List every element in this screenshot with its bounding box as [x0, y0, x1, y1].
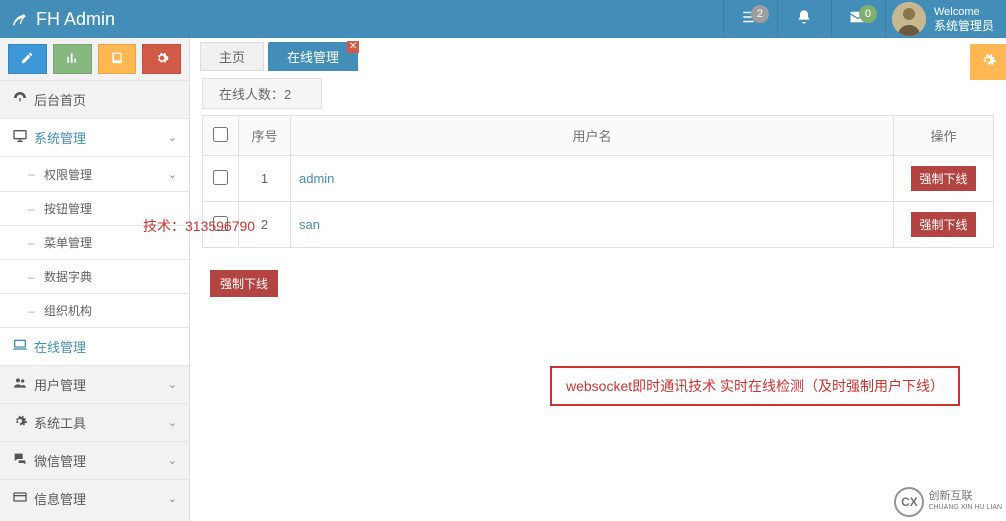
- brand[interactable]: FH Admin: [0, 9, 260, 30]
- header-action: 操作: [894, 116, 994, 156]
- sub-label: 数据字典: [44, 268, 92, 285]
- sidebar-sub-dict[interactable]: –数据字典: [0, 259, 189, 293]
- chevron-down-icon: ⌄: [168, 131, 177, 144]
- sidebar-item-wechat[interactable]: 微信管理 ⌄: [0, 441, 189, 479]
- force-offline-button[interactable]: 强制下线: [911, 166, 975, 191]
- sidebar-sub-perm[interactable]: –权限管理⌄: [0, 157, 189, 191]
- pencil-icon: [20, 51, 34, 68]
- chevron-down-icon: ⌄: [168, 416, 177, 429]
- sidebar-label: 微信管理: [34, 451, 86, 470]
- header-seq: 序号: [239, 116, 291, 156]
- table-row: 1 admin 强制下线: [203, 156, 994, 202]
- table-row: 2 san 强制下线: [203, 202, 994, 248]
- table-header-row: 序号 用户名 操作: [203, 116, 994, 156]
- username-link[interactable]: san: [299, 217, 320, 232]
- tab-online[interactable]: 在线管理 ✕: [268, 42, 358, 71]
- credit-card-icon: [12, 489, 34, 508]
- watermark-circle: CX: [894, 487, 924, 517]
- user-text: Welcome 系统管理员: [934, 5, 994, 33]
- sidebar-label: 系统管理: [34, 128, 86, 147]
- notifications-button[interactable]: [777, 0, 831, 38]
- tasks-badge: 2: [751, 5, 769, 23]
- mail-button[interactable]: 0: [831, 0, 885, 38]
- settings-gear-tab[interactable]: [970, 44, 1006, 80]
- chevron-down-icon: ⌄: [168, 454, 177, 467]
- sidebar-item-user[interactable]: 用户管理 ⌄: [0, 365, 189, 403]
- online-count-box: 在线人数：2: [202, 78, 322, 109]
- callout-box: websocket即时通讯技术 实时在线检测（及时强制用户下线）: [550, 366, 960, 406]
- sidebar-item-system[interactable]: 系统管理 ⌄: [0, 118, 189, 156]
- sidebar-item-info[interactable]: 信息管理 ⌄: [0, 479, 189, 517]
- sidebar-label: 在线管理: [34, 337, 86, 356]
- tabs-row: 主页 在线管理 ✕: [190, 38, 1006, 70]
- header-username: 用户名: [291, 116, 894, 156]
- shortcut-settings[interactable]: [142, 44, 181, 74]
- role-label: 系统管理员: [934, 19, 994, 33]
- watermark: CX 创新互联 CHUANG XIN HU LIAN: [894, 487, 1002, 517]
- force-offline-button[interactable]: 强制下线: [911, 212, 975, 237]
- welcome-label: Welcome: [934, 5, 994, 19]
- sidebar-label: 用户管理: [34, 375, 86, 394]
- book-icon: [110, 51, 124, 68]
- cog-icon: [155, 51, 169, 68]
- tech-overlay-text: 技术：313596790: [143, 216, 255, 236]
- watermark-text: 创新互联 CHUANG XIN HU LIAN: [928, 490, 1002, 514]
- select-all-checkbox[interactable]: [213, 127, 228, 142]
- bar-chart-icon: [65, 51, 79, 68]
- gear-icon: [12, 413, 34, 432]
- sub-label: 按钮管理: [44, 200, 92, 217]
- chevron-down-icon: ⌄: [168, 168, 177, 181]
- username-link[interactable]: admin: [299, 171, 334, 186]
- dashboard-icon: [12, 90, 34, 109]
- close-icon[interactable]: ✕: [347, 41, 359, 53]
- force-offline-button-standalone[interactable]: 强制下线: [210, 270, 278, 297]
- shortcut-row: [0, 38, 189, 80]
- sidebar-item-home[interactable]: 后台首页: [0, 80, 189, 118]
- top-buttons: 2 0: [723, 0, 885, 38]
- tab-label: 主页: [219, 50, 245, 65]
- sidebar-item-tools[interactable]: 系统工具 ⌄: [0, 403, 189, 441]
- chevron-down-icon: ⌄: [168, 492, 177, 505]
- count-value: 2: [284, 87, 291, 102]
- chevron-down-icon: ⌄: [168, 378, 177, 391]
- header-checkbox: [203, 116, 239, 156]
- sidebar-label: 信息管理: [34, 489, 86, 508]
- tab-label: 在线管理: [287, 50, 339, 65]
- sub-label: 权限管理: [44, 166, 92, 183]
- users-icon: [12, 375, 34, 394]
- avatar: [892, 2, 926, 36]
- shortcut-book[interactable]: [98, 44, 137, 74]
- tasks-button[interactable]: 2: [723, 0, 777, 38]
- gear-icon: [979, 51, 997, 74]
- sidebar-sub-system: –权限管理⌄ –按钮管理 –菜单管理 –数据字典 –组织机构: [0, 156, 189, 327]
- sidebar-item-online[interactable]: 在线管理: [0, 327, 189, 365]
- bell-icon: [796, 9, 812, 30]
- mail-badge: 0: [859, 5, 877, 23]
- tab-home[interactable]: 主页: [200, 42, 264, 71]
- row-seq: 1: [239, 156, 291, 202]
- desktop-icon: [12, 128, 34, 147]
- online-users-table: 序号 用户名 操作 1 admin 强制下线 2 san 强制下线: [202, 115, 994, 248]
- shortcut-chart[interactable]: [53, 44, 92, 74]
- sidebar: 后台首页 系统管理 ⌄ –权限管理⌄ –按钮管理 –菜单管理 –数据字典 –组织…: [0, 38, 190, 521]
- sidebar-sub-org[interactable]: –组织机构: [0, 293, 189, 327]
- row-checkbox[interactable]: [213, 170, 228, 185]
- top-bar: FH Admin 2 0 Welcome 系统管理员: [0, 0, 1006, 38]
- sidebar-label: 系统工具: [34, 413, 86, 432]
- count-label: 在线人数：: [219, 87, 284, 102]
- content-area: 主页 在线管理 ✕ 在线人数：2 序号 用户名 操作 1: [190, 38, 1006, 521]
- laptop-icon: [12, 337, 34, 356]
- shortcut-edit[interactable]: [8, 44, 47, 74]
- comments-icon: [12, 451, 34, 470]
- sub-label: 组织机构: [44, 302, 92, 319]
- brand-text: FH Admin: [36, 9, 115, 30]
- user-menu[interactable]: Welcome 系统管理员: [885, 0, 1006, 38]
- sub-label: 菜单管理: [44, 234, 92, 251]
- sidebar-label: 后台首页: [34, 90, 86, 109]
- leaf-icon: [10, 9, 28, 30]
